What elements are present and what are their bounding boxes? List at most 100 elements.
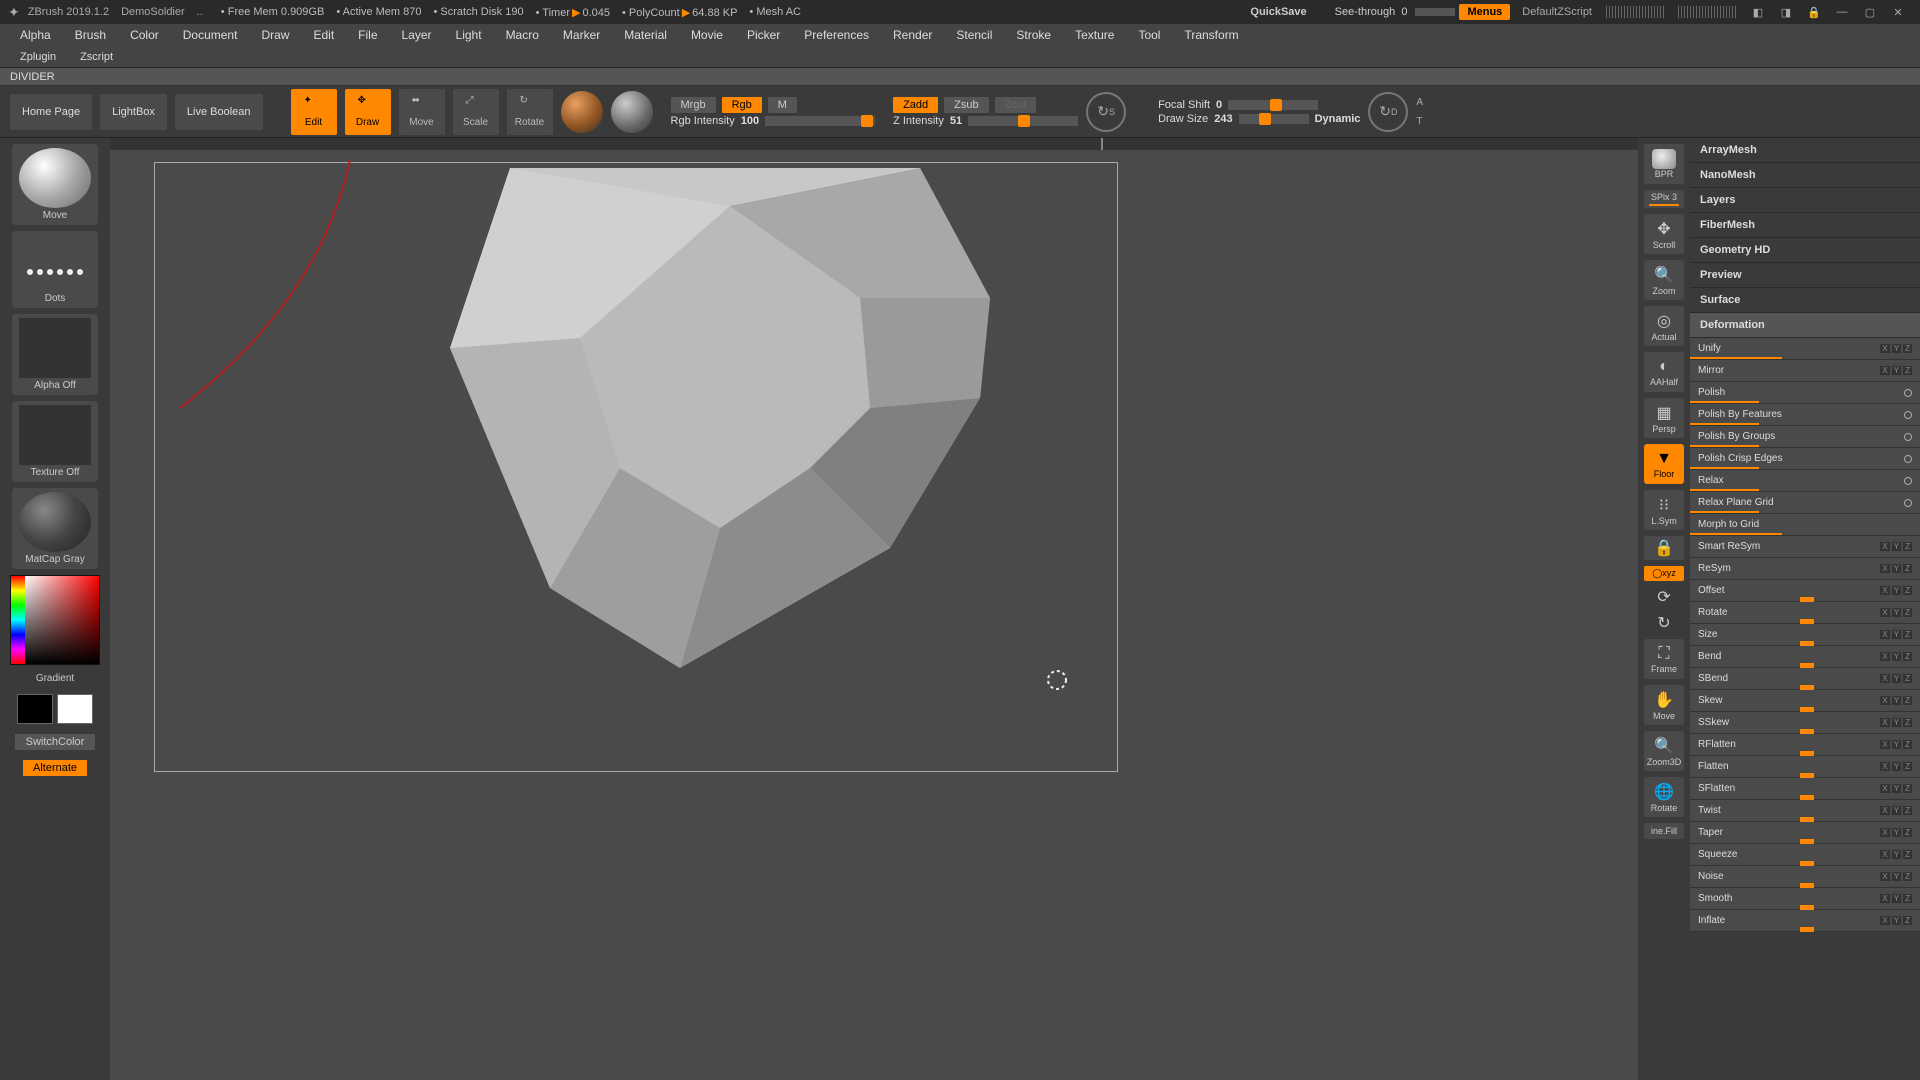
focal-shift-slider[interactable]: [1228, 100, 1318, 110]
circle-toggle-icon[interactable]: [1904, 433, 1912, 441]
persp-button[interactable]: ▦Persp: [1644, 398, 1684, 438]
xyz-badges[interactable]: XYZ: [1880, 696, 1912, 705]
lightbox-button[interactable]: LightBox: [100, 94, 167, 130]
swatch-primary[interactable]: [57, 694, 93, 724]
menu-transform[interactable]: Transform: [1172, 28, 1250, 42]
menu-stencil[interactable]: Stencil: [944, 28, 1004, 42]
zoom-button[interactable]: 🔍Zoom: [1644, 260, 1684, 300]
deform-sskew[interactable]: SSkewXYZ: [1690, 712, 1920, 734]
live-boolean-button[interactable]: Live Boolean: [175, 94, 263, 130]
menu-movie[interactable]: Movie: [679, 28, 735, 42]
material-panel[interactable]: MatCap Gray: [12, 488, 98, 569]
zcut-button[interactable]: Zcut: [995, 97, 1036, 113]
xyz-badges[interactable]: XYZ: [1880, 608, 1912, 617]
deform-noise[interactable]: NoiseXYZ: [1690, 866, 1920, 888]
menu-marker[interactable]: Marker: [551, 28, 612, 42]
xyz-badges[interactable]: XYZ: [1880, 718, 1912, 727]
menus-button[interactable]: Menus: [1459, 4, 1510, 20]
a-label[interactable]: A: [1416, 97, 1423, 108]
palette-section-layers[interactable]: Layers: [1690, 188, 1920, 213]
aahalf-button[interactable]: ◐AAHalf: [1644, 352, 1684, 392]
menu-document[interactable]: Document: [171, 28, 250, 42]
deform-sflatten[interactable]: SFlattenXYZ: [1690, 778, 1920, 800]
brush-preview-sphere[interactable]: [611, 91, 653, 133]
zoom3d-button[interactable]: 🔍Zoom3D: [1644, 731, 1684, 771]
floor-button[interactable]: ▼Floor: [1644, 444, 1684, 484]
menu-layer[interactable]: Layer: [390, 28, 444, 42]
scale-mode-button[interactable]: ⤢Scale: [453, 89, 499, 135]
deform-polish-by-groups[interactable]: Polish By Groups: [1690, 426, 1920, 448]
t-label[interactable]: T: [1416, 116, 1423, 127]
menu-edit[interactable]: Edit: [301, 28, 346, 42]
xyz-badges[interactable]: XYZ: [1880, 806, 1912, 815]
deform-morph-to-grid[interactable]: Morph to Grid: [1690, 514, 1920, 536]
xyz-chip[interactable]: ◯xyz: [1644, 566, 1684, 581]
home-page-button[interactable]: Home Page: [10, 94, 92, 130]
deform-bend[interactable]: BendXYZ: [1690, 646, 1920, 668]
color-picker[interactable]: [10, 575, 100, 665]
slider-knob[interactable]: [1800, 927, 1814, 932]
palette-section-geometry-hd[interactable]: Geometry HD: [1690, 238, 1920, 263]
deform-flatten[interactable]: FlattenXYZ: [1690, 756, 1920, 778]
quicksave-button[interactable]: QuickSave: [1250, 6, 1306, 18]
palette-section-nanomesh[interactable]: NanoMesh: [1690, 163, 1920, 188]
menu-file[interactable]: File: [346, 28, 389, 42]
m-button[interactable]: M: [768, 97, 797, 113]
deform-skew[interactable]: SkewXYZ: [1690, 690, 1920, 712]
menu-stroke[interactable]: Stroke: [1004, 28, 1063, 42]
saturation-box[interactable]: [25, 576, 99, 664]
scroll-button[interactable]: ✥Scroll: [1644, 214, 1684, 254]
deform-taper[interactable]: TaperXYZ: [1690, 822, 1920, 844]
menu-color[interactable]: Color: [118, 28, 171, 42]
texture-panel[interactable]: Texture Off: [12, 401, 98, 482]
mrgb-button[interactable]: Mrgb: [671, 97, 716, 113]
menu-macro[interactable]: Macro: [494, 28, 551, 42]
actual-button[interactable]: ◎Actual: [1644, 306, 1684, 346]
stroke-panel[interactable]: Dots: [12, 231, 98, 308]
menu-brush[interactable]: Brush: [63, 28, 118, 42]
swatch-secondary[interactable]: [17, 694, 53, 724]
dynamic-toggle[interactable]: Dynamic: [1315, 113, 1361, 125]
menu-zscript[interactable]: Zscript: [68, 51, 125, 63]
hue-strip[interactable]: [11, 576, 25, 664]
menu-material[interactable]: Material: [612, 28, 679, 42]
menu-preferences[interactable]: Preferences: [792, 28, 881, 42]
rgb-button[interactable]: Rgb: [722, 97, 762, 113]
menu-draw[interactable]: Draw: [249, 28, 301, 42]
deform-resym[interactable]: ReSymXYZ: [1690, 558, 1920, 580]
deform-sbend[interactable]: SBendXYZ: [1690, 668, 1920, 690]
maximize-icon[interactable]: ▢: [1862, 4, 1878, 20]
xyz-badges[interactable]: XYZ: [1880, 586, 1912, 595]
deformation-header[interactable]: Deformation: [1690, 313, 1920, 338]
seethrough-slider[interactable]: See-through 0: [1335, 6, 1408, 18]
xyz-badges[interactable]: XYZ: [1880, 366, 1912, 375]
deform-squeeze[interactable]: SqueezeXYZ: [1690, 844, 1920, 866]
d-dial-icon[interactable]: ↻D: [1368, 92, 1408, 132]
palette-section-arraymesh[interactable]: ArrayMesh: [1690, 138, 1920, 163]
palette-section-fibermesh[interactable]: FiberMesh: [1690, 213, 1920, 238]
dock-right-icon[interactable]: ◨: [1778, 4, 1794, 20]
switch-color-button[interactable]: SwitchColor: [15, 734, 95, 750]
deform-rotate[interactable]: RotateXYZ: [1690, 602, 1920, 624]
menu-alpha[interactable]: Alpha: [8, 28, 63, 42]
menu-zplugin[interactable]: Zplugin: [8, 51, 68, 63]
xyz-badges[interactable]: XYZ: [1880, 784, 1912, 793]
frame-button[interactable]: ⛶Frame: [1644, 639, 1684, 679]
menu-tool[interactable]: Tool: [1126, 28, 1172, 42]
edit-mode-button[interactable]: ✦Edit: [291, 89, 337, 135]
xyz-badges[interactable]: XYZ: [1880, 674, 1912, 683]
menu-picker[interactable]: Picker: [735, 28, 792, 42]
palette-section-surface[interactable]: Surface: [1690, 288, 1920, 313]
xyz-badges[interactable]: XYZ: [1880, 762, 1912, 771]
dock-left-icon[interactable]: ◧: [1750, 4, 1766, 20]
xyz-badges[interactable]: XYZ: [1880, 652, 1912, 661]
circle-toggle-icon[interactable]: [1904, 477, 1912, 485]
deform-twist[interactable]: TwistXYZ: [1690, 800, 1920, 822]
menu-texture[interactable]: Texture: [1063, 28, 1126, 42]
alternate-button[interactable]: Alternate: [23, 760, 87, 776]
mesh-object[interactable]: [390, 168, 1000, 688]
gradient-label[interactable]: Gradient: [36, 673, 74, 684]
deform-mirror[interactable]: MirrorXYZ: [1690, 360, 1920, 382]
xyz-badges[interactable]: XYZ: [1880, 828, 1912, 837]
deform-size[interactable]: SizeXYZ: [1690, 624, 1920, 646]
